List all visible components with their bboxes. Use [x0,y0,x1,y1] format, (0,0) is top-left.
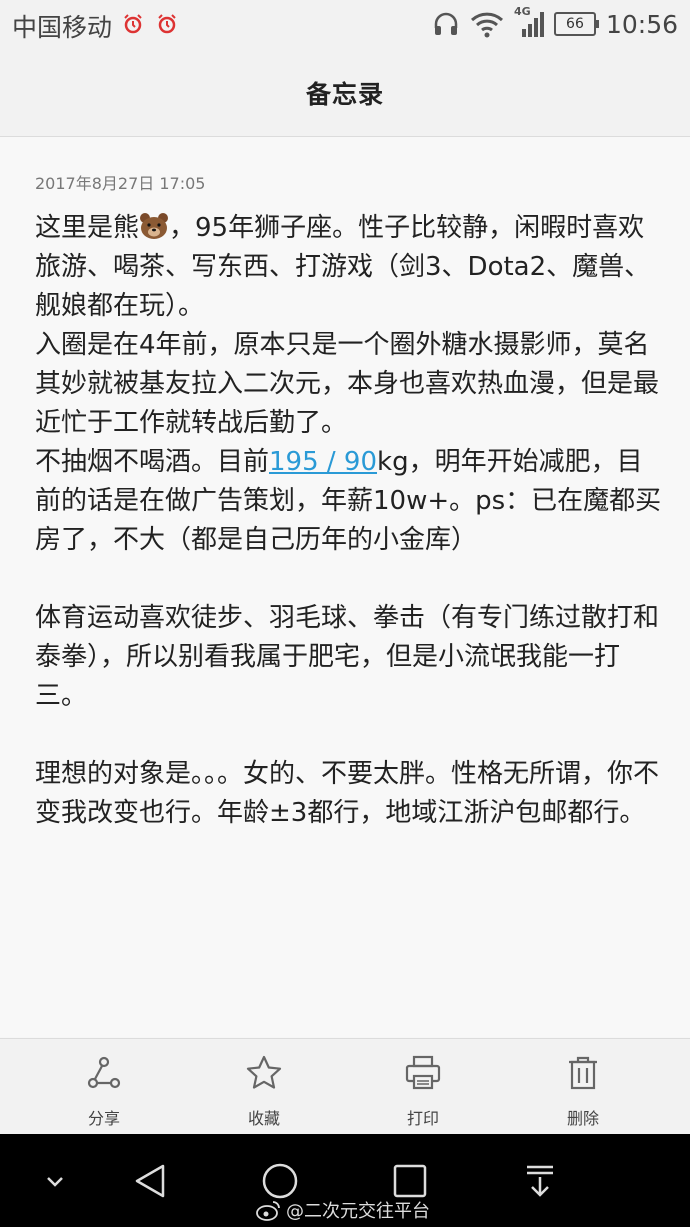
lifestyle-text-start: 不抽烟不喝酒。目前 [35,447,270,477]
note-body[interactable]: 这里是熊 ，95年狮子座。性子比较静，闲暇时喜欢旅游、喝茶、写东西、打游戏（剑3… [35,209,665,833]
collapse-chevron-icon[interactable] [30,1158,80,1204]
signal-icon [521,12,544,37]
favorite-label: 收藏 [247,1109,280,1128]
paragraph-lifestyle: 不抽烟不喝酒。目前195 / 90kg，明年开始减肥，目前的话是在做广告策划，年… [35,443,665,560]
paragraph-intro: 这里是熊 ，95年狮子座。性子比较静，闲暇时喜欢旅游、喝茶、写东西、打游戏（剑3… [35,209,665,326]
star-icon [246,1055,282,1089]
page-title: 备忘录 [305,80,384,109]
title-bar: 备忘录 [0,50,690,137]
delete-label: 删除 [566,1109,599,1128]
bear-emoji-icon [140,213,169,239]
share-icon [87,1056,121,1089]
print-label: 打印 [406,1109,439,1128]
back-icon[interactable] [125,1158,175,1204]
watermark-text: @二次元交往平台 [286,1201,430,1222]
alarm-icon [124,14,142,34]
delete-button[interactable]: 删除 [523,1039,643,1135]
favorite-button[interactable]: 收藏 [204,1039,324,1135]
signal-indicator: 4G [514,5,544,39]
paragraph-background: 入圈是在4年前，原本只是一个圈外糖水摄影师，莫名其妙就被基友拉入二次元，本身也喜… [35,330,660,438]
trash-icon [569,1056,597,1090]
battery-level: 66 [566,16,584,32]
alarm-icon-2 [158,14,176,34]
intro-text-start: 这里是熊 [35,213,140,243]
wifi-icon [470,12,503,38]
printer-icon [405,1055,441,1090]
status-bar: 中国移动 4G 66 10:56 [0,0,690,50]
number-link[interactable]: 195 / 90 [269,447,377,477]
carrier-name: 中国移动 [12,13,113,42]
print-button[interactable]: 打印 [363,1039,483,1135]
watermark: @二次元交往平台 [256,1197,430,1223]
share-label: 分享 [87,1109,120,1128]
weibo-logo-icon [256,1201,280,1221]
paragraph-sports: 体育运动喜欢徒步、羽毛球、拳击（有专门练过散打和泰拳），所以别看我属于肥宅，但是… [35,603,660,711]
note-content[interactable]: 2017年8月27日 17:05 这里是熊 ，95年狮子座。性子比较静，闲暇时喜… [0,137,690,1037]
note-timestamp: 2017年8月27日 17:05 [35,174,206,193]
status-time: 10:56 [605,9,678,39]
bottom-toolbar: 分享 收藏 打印 删除 [0,1038,690,1135]
share-button[interactable]: 分享 [44,1039,164,1135]
headphones-icon [434,12,458,35]
notification-pulldown-icon[interactable] [515,1158,565,1204]
paragraph-ideal-partner: 理想的对象是。。。女的、不要太胖。性格无所谓，你不变我改变也行。年龄±3都行，地… [35,759,660,828]
battery-icon: 66 [553,12,599,36]
